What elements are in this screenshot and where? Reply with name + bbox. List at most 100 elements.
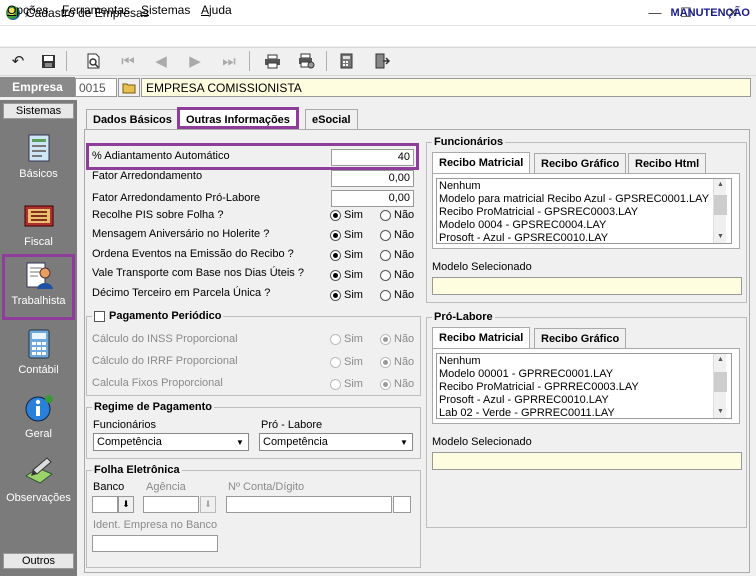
tab-func-recibo-html[interactable]: Recibo Html xyxy=(628,153,707,173)
radio-sim[interactable]: Sim xyxy=(330,289,363,301)
scroll-down-icon[interactable]: ▼ xyxy=(714,406,727,418)
tab-pl-recibo-grafico[interactable]: Recibo Gráfico xyxy=(534,328,627,348)
list-item[interactable]: Nenhum xyxy=(439,355,729,368)
radio-sim[interactable]: Sim xyxy=(330,378,363,390)
tab-esocial[interactable]: eSocial xyxy=(305,109,358,129)
tab-pl-recibo-matricial[interactable]: Recibo Matricial xyxy=(432,327,531,348)
menu-sistemas[interactable]: Sistemas xyxy=(141,3,190,17)
previous-record-icon[interactable]: ◀ xyxy=(148,50,174,72)
folha-eletronica-title: Folha Eletrônica xyxy=(92,464,182,476)
sidebar-item-trabalhista[interactable]: Trabalhista xyxy=(2,254,75,320)
adiantamento-input[interactable]: 40 xyxy=(331,149,414,166)
pl-model-list[interactable]: Nenhum Modelo 00001 - GPRREC0001.LAY Rec… xyxy=(436,353,732,419)
undo-icon[interactable]: ↶ xyxy=(5,50,31,72)
checkbox-icon[interactable] xyxy=(94,310,105,322)
tab-outras-informacoes[interactable]: Outras Informações xyxy=(177,107,299,129)
folder-icon[interactable] xyxy=(118,78,140,97)
func-list-scrollbar[interactable]: ▲ ▼ xyxy=(713,179,727,243)
func-modelo-selecionado-label: Modelo Selecionado xyxy=(432,261,532,273)
digito-input[interactable] xyxy=(393,496,411,513)
observacoes-icon xyxy=(23,456,55,488)
prolabore-title: Pró-Labore xyxy=(432,311,495,323)
sidebar-item-observacoes[interactable]: Observações xyxy=(2,454,75,514)
save-icon[interactable] xyxy=(35,50,61,72)
preview-icon[interactable] xyxy=(80,50,106,72)
radio-sim[interactable]: Sim xyxy=(330,209,363,221)
conta-label: Nº Conta/Dígito xyxy=(228,481,305,493)
question-label: Décimo Terceiro em Parcela Única ? xyxy=(92,287,271,299)
tab-dados-basicos[interactable]: Dados Básicos xyxy=(86,109,179,129)
scroll-thumb[interactable] xyxy=(714,195,727,215)
radio-nao[interactable]: Não xyxy=(380,333,414,345)
tab-func-recibo-grafico[interactable]: Recibo Gráfico xyxy=(534,153,627,173)
next-record-icon[interactable]: ▶ xyxy=(182,50,208,72)
first-record-icon[interactable]: ⏮ xyxy=(115,50,141,72)
last-record-icon[interactable]: ⏭ xyxy=(216,50,242,72)
pagamento-periodico-checkbox[interactable]: Pagamento Periódico xyxy=(92,310,224,322)
pl-list-scrollbar[interactable]: ▲ ▼ xyxy=(713,354,727,418)
list-item[interactable]: Recibo ProMatricial - GPRREC0003.LAY xyxy=(439,381,729,394)
scroll-up-icon[interactable]: ▲ xyxy=(714,354,727,366)
list-item[interactable]: Modelo para matricial Recibo Azul - GPSR… xyxy=(439,193,729,206)
radio-nao[interactable]: Não xyxy=(380,356,414,368)
tab-func-recibo-matricial[interactable]: Recibo Matricial xyxy=(432,152,531,173)
radio-nao[interactable]: Não xyxy=(380,229,414,241)
list-item[interactable]: Prosoft - Azul - GPRREC0010.LAY xyxy=(439,394,729,407)
scroll-up-icon[interactable]: ▲ xyxy=(714,179,727,191)
menu-ferramentas[interactable]: Ferramentas xyxy=(62,3,130,17)
question-label: Vale Transporte com Base nos Dias Úteis … xyxy=(92,267,304,279)
radio-sim[interactable]: Sim xyxy=(330,333,363,345)
func-model-list[interactable]: Nenhum Modelo para matricial Recibo Azul… xyxy=(436,178,732,244)
agencia-search-icon[interactable]: ⬇ xyxy=(200,496,216,513)
empresa-code-field[interactable]: 0015 xyxy=(75,78,117,97)
radio-nao[interactable]: Não xyxy=(380,378,414,390)
scroll-down-icon[interactable]: ▼ xyxy=(714,231,727,243)
radio-sim[interactable]: Sim xyxy=(330,269,363,281)
sidebar-item-fiscal[interactable]: Fiscal xyxy=(2,198,75,258)
calculator-icon[interactable] xyxy=(334,50,360,72)
exit-icon[interactable] xyxy=(368,50,394,72)
print-settings-icon[interactable] xyxy=(293,50,319,72)
list-item[interactable]: Prosoft - Azul - GPSREC0010.LAY xyxy=(439,232,729,243)
mode-label: MANUTENÇÃO xyxy=(670,7,750,19)
sidebar-item-contabil[interactable]: Contábil xyxy=(2,326,75,386)
minimize-button[interactable]: — xyxy=(640,3,670,23)
geral-icon xyxy=(23,392,55,424)
arredondamento-pl-input[interactable]: 0,00 xyxy=(331,190,414,207)
arredondamento-input[interactable]: 0,00 xyxy=(331,170,414,187)
menu-opcoes[interactable]: Opções xyxy=(7,3,48,17)
banco-input[interactable] xyxy=(92,496,118,513)
radio-nao[interactable]: Não xyxy=(380,249,414,261)
arredondamento-pl-label: Fator Arredondamento Pró-Labore xyxy=(92,192,261,204)
regime-func-select[interactable]: Competência xyxy=(93,433,249,451)
conta-input[interactable] xyxy=(226,496,392,513)
func-modelo-selecionado-field xyxy=(432,277,742,295)
list-item[interactable]: Recibo ProMatricial - GPSREC0003.LAY xyxy=(439,206,729,219)
sidebar-item-geral[interactable]: Geral xyxy=(2,390,75,450)
list-item[interactable]: Lab 02 - Verde - GPRREC0011.LAY xyxy=(439,407,729,418)
sidebar-footer[interactable]: Outros xyxy=(3,553,74,569)
list-item[interactable]: Modelo 00001 - GPRREC0001.LAY xyxy=(439,368,729,381)
print-icon[interactable] xyxy=(259,50,285,72)
empresa-name-field[interactable]: EMPRESA COMISSIONISTA xyxy=(141,78,751,97)
radio-nao[interactable]: Não xyxy=(380,269,414,281)
toolbar-separator xyxy=(249,51,250,71)
radio-nao[interactable]: Não xyxy=(380,209,414,221)
radio-sim[interactable]: Sim xyxy=(330,229,363,241)
ident-empresa-input[interactable] xyxy=(92,535,218,552)
sidebar-item-basicos[interactable]: Básicos xyxy=(2,130,75,190)
scroll-thumb[interactable] xyxy=(714,372,727,392)
pl-modelo-selecionado-label: Modelo Selecionado xyxy=(432,436,532,448)
chevron-down-icon[interactable]: ▼ xyxy=(396,434,412,450)
radio-sim[interactable]: Sim xyxy=(330,356,363,368)
agencia-input[interactable] xyxy=(143,496,199,513)
regime-pl-select[interactable]: Competência xyxy=(259,433,413,451)
banco-search-icon[interactable]: ⬇ xyxy=(118,496,134,513)
list-item[interactable]: Modelo 0004 - GPSREC0004.LAY xyxy=(439,219,729,232)
chevron-down-icon[interactable]: ▼ xyxy=(232,434,248,450)
menu-ajuda[interactable]: Ajuda xyxy=(201,3,232,17)
radio-sim[interactable]: Sim xyxy=(330,249,363,261)
menu-bar xyxy=(0,26,756,46)
radio-nao[interactable]: Não xyxy=(380,289,414,301)
list-item[interactable]: Nenhum xyxy=(439,180,729,193)
